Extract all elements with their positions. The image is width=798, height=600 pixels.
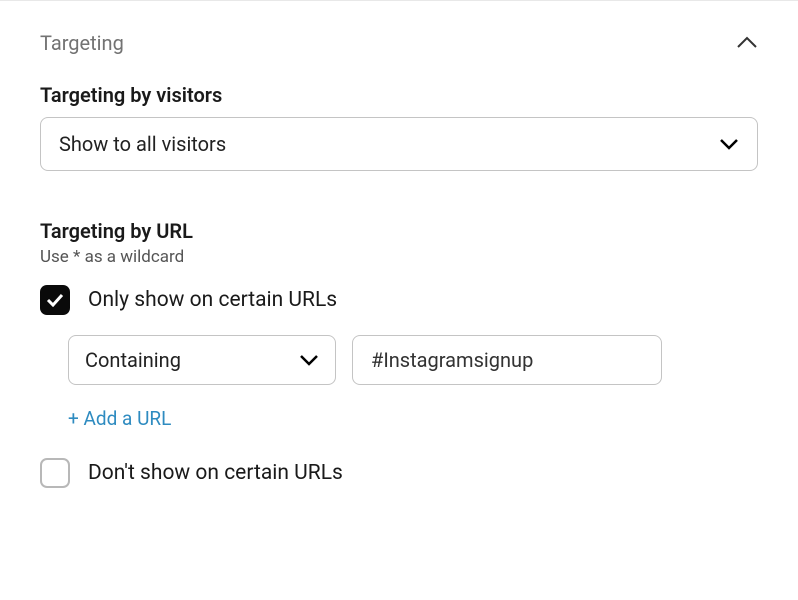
visitors-select-value: Show to all visitors	[59, 132, 226, 156]
only-show-checkbox[interactable]	[40, 285, 70, 315]
url-rule-type-value: Containing	[85, 348, 181, 372]
only-show-label: Only show on certain URLs	[88, 288, 337, 312]
visitors-label: Targeting by visitors	[40, 83, 758, 107]
url-rule-row: Containing	[68, 335, 758, 385]
dont-show-checkbox[interactable]	[40, 458, 70, 488]
chevron-up-icon	[736, 32, 758, 54]
url-sublabel: Use * as a wildcard	[40, 247, 758, 267]
url-rule-type-select[interactable]: Containing	[68, 335, 336, 385]
only-show-row: Only show on certain URLs	[40, 285, 758, 315]
visitors-select[interactable]: Show to all visitors	[40, 117, 758, 171]
chevron-down-icon	[299, 350, 319, 370]
dont-show-label: Don't show on certain URLs	[88, 461, 343, 485]
add-url-link[interactable]: + Add a URL	[68, 407, 171, 430]
section-header[interactable]: Targeting	[40, 31, 758, 55]
targeting-visitors-group: Targeting by visitors Show to all visito…	[40, 83, 758, 171]
targeting-url-group: Targeting by URL Use * as a wildcard Onl…	[40, 219, 758, 488]
url-label: Targeting by URL	[40, 219, 758, 243]
dont-show-row: Don't show on certain URLs	[40, 458, 758, 488]
url-rule-value-input[interactable]	[352, 335, 662, 385]
section-title: Targeting	[40, 31, 124, 55]
chevron-down-icon	[719, 134, 739, 154]
